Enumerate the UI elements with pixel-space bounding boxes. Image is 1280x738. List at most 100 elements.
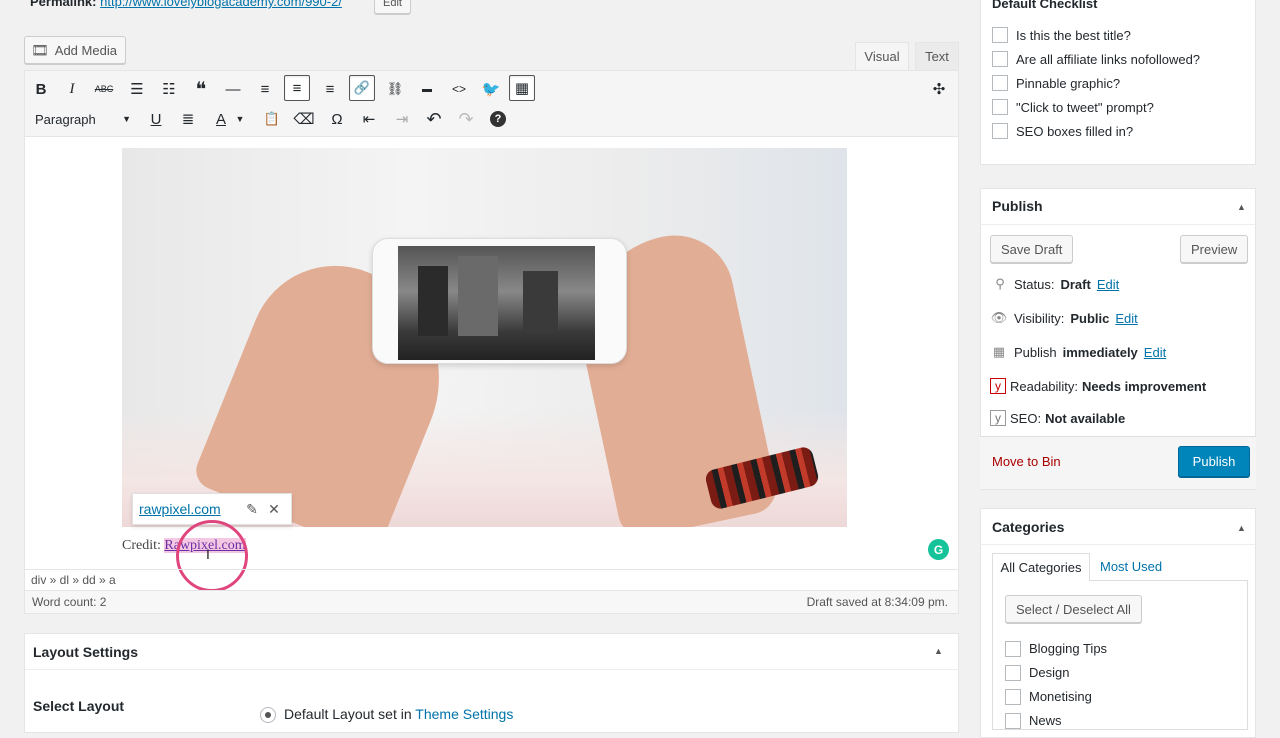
category-checkbox[interactable] xyxy=(1005,665,1021,681)
clear-formatting-button[interactable]: ⌫ xyxy=(291,106,317,132)
tab-most-used[interactable]: Most Used xyxy=(1100,559,1162,574)
permalink: Permalink: http://www.lovelyblogacademy.… xyxy=(30,0,342,9)
status-value: Draft xyxy=(1060,276,1091,292)
editor-status-bar: Word count: 2 Draft saved at 8:34:09 pm. xyxy=(24,590,959,614)
phone-screen xyxy=(398,246,595,360)
underline-button[interactable]: U xyxy=(143,106,169,132)
indent-button[interactable]: ⇥ xyxy=(389,106,415,132)
layout-radio-default[interactable] xyxy=(260,707,276,723)
category-checkbox[interactable] xyxy=(1005,689,1021,705)
category-label: Monetising xyxy=(1029,689,1092,704)
visibility-value: Public xyxy=(1070,310,1110,326)
tab-text[interactable]: Text xyxy=(915,42,959,70)
read-more-button[interactable]: ▬ xyxy=(414,76,440,102)
toolbar-toggle-button[interactable]: ▦ xyxy=(509,75,535,101)
readability-row: y Readability: Needs improvement xyxy=(990,378,1206,394)
permalink-url[interactable]: http://www.lovelyblogacademy.com/990-2/ xyxy=(100,0,342,9)
numbered-list-button[interactable]: ☷ xyxy=(156,76,182,102)
preview-button[interactable]: Preview xyxy=(1180,235,1249,263)
justify-button[interactable]: ≣ xyxy=(175,106,201,132)
credit-prefix: Credit: xyxy=(122,538,165,553)
checklist-item: Pinnable graphic? xyxy=(1016,76,1121,91)
redo-button[interactable]: ↷ xyxy=(453,106,479,132)
select-deselect-all-button[interactable]: Select / Deselect All xyxy=(1005,595,1142,623)
add-media-button[interactable]: 🎞 Add Media xyxy=(24,36,126,64)
checklist-item: Are all affiliate links nofollowed? xyxy=(1016,52,1201,67)
word-count: Word count: 2 xyxy=(32,595,107,609)
grammarly-icon[interactable]: G xyxy=(928,539,949,560)
move-to-bin-link[interactable]: Move to Bin xyxy=(992,454,1061,469)
select-layout-label: Select Layout xyxy=(33,698,125,714)
publish-date-edit-link[interactable]: Edit xyxy=(1144,345,1166,360)
readability-label: Readability: xyxy=(1010,378,1078,394)
add-media-label: Add Media xyxy=(54,42,117,58)
bulleted-list-button[interactable]: ☰ xyxy=(124,76,150,102)
publish-button[interactable]: Publish xyxy=(1178,446,1250,477)
categories-title: Categories xyxy=(992,519,1065,535)
twitter-icon[interactable]: 🐦 xyxy=(478,76,504,102)
category-label: News xyxy=(1029,713,1062,728)
visibility-row: 👁 Visibility: Public Edit xyxy=(990,310,1138,326)
seo-value: Not available xyxy=(1045,410,1126,426)
layout-settings-toggle-icon[interactable]: ▲ xyxy=(934,646,943,656)
element-path: div » dl » dd » a xyxy=(25,569,958,590)
visibility-edit-link[interactable]: Edit xyxy=(1115,311,1137,326)
text-color-button[interactable]: A xyxy=(208,106,234,132)
undo-button[interactable]: ↶ xyxy=(421,106,447,132)
category-checkbox[interactable] xyxy=(1005,713,1021,729)
checklist-checkbox[interactable] xyxy=(992,123,1008,139)
publish-toggle-icon[interactable]: ▲ xyxy=(1237,202,1246,212)
remove-link-button[interactable]: ⛓ xyxy=(382,76,408,102)
checklist-item: "Click to tweet" prompt? xyxy=(1016,100,1154,115)
bold-button[interactable]: B xyxy=(28,76,54,102)
visibility-label: Visibility: xyxy=(1014,310,1065,326)
publish-date-row: ▦ Publish immediately Edit xyxy=(990,344,1166,360)
status-label: Status: xyxy=(1014,276,1055,292)
special-character-button[interactable]: Ω xyxy=(324,106,350,132)
seo-row: y SEO: Not available xyxy=(990,410,1125,426)
help-button[interactable]: ? xyxy=(485,106,511,132)
permalink-edit-button[interactable]: Edit xyxy=(374,0,411,14)
format-select[interactable]: Paragraph ▼ xyxy=(29,107,137,131)
horizontal-line-button[interactable]: — xyxy=(220,76,246,102)
categories-toggle-icon[interactable]: ▲ xyxy=(1237,523,1246,533)
save-draft-button[interactable]: Save Draft xyxy=(990,235,1074,263)
link-popup-url[interactable]: rawpixel.com xyxy=(139,501,241,517)
status-edit-link[interactable]: Edit xyxy=(1097,277,1119,292)
checklist-checkbox[interactable] xyxy=(992,27,1008,43)
insert-link-button[interactable]: 🔗 xyxy=(349,75,375,101)
publish-title: Publish xyxy=(992,198,1043,214)
checklist-checkbox[interactable] xyxy=(992,75,1008,91)
strikethrough-button[interactable]: ABC xyxy=(91,76,117,102)
checklist-checkbox[interactable] xyxy=(992,99,1008,115)
yoast-seo-icon: y xyxy=(990,410,1006,426)
close-icon[interactable]: ✕ xyxy=(263,501,285,518)
code-button[interactable]: <> xyxy=(446,76,472,102)
layout-settings-title: Layout Settings xyxy=(33,644,139,660)
text-color-dropdown-icon[interactable]: ▼ xyxy=(232,106,248,132)
blockquote-button[interactable]: ❝ xyxy=(188,76,214,102)
align-left-button[interactable]: ≡ xyxy=(252,76,278,102)
yoast-readability-icon: y xyxy=(990,378,1006,394)
checklist-item: SEO boxes filled in? xyxy=(1016,124,1134,139)
align-right-button[interactable]: ≡ xyxy=(317,76,343,102)
tab-visual[interactable]: Visual xyxy=(855,42,909,70)
outdent-button[interactable]: ⇤ xyxy=(356,106,382,132)
align-center-button[interactable]: ≡ xyxy=(284,75,310,101)
checklist-item: Is this the best title? xyxy=(1016,28,1131,43)
pencil-icon[interactable]: ✎ xyxy=(241,501,263,518)
status-row: ⚲ Status: Draft Edit xyxy=(992,276,1119,292)
fullscreen-icon[interactable]: ✣ xyxy=(926,76,952,102)
media-icon: 🎞 xyxy=(31,41,49,58)
tab-all-categories[interactable]: All Categories xyxy=(992,553,1090,581)
checklist-checkbox[interactable] xyxy=(992,51,1008,67)
category-checkbox[interactable] xyxy=(1005,641,1021,657)
italic-button[interactable]: I xyxy=(59,76,85,102)
post-image[interactable] xyxy=(122,148,847,527)
divider xyxy=(25,669,958,670)
category-label: Design xyxy=(1029,665,1070,680)
publish-date-label: Publish xyxy=(1014,344,1057,360)
permalink-label: Permalink: xyxy=(30,0,97,9)
readability-value: Needs improvement xyxy=(1081,378,1207,394)
paste-text-button[interactable]: 📋 xyxy=(259,106,285,132)
